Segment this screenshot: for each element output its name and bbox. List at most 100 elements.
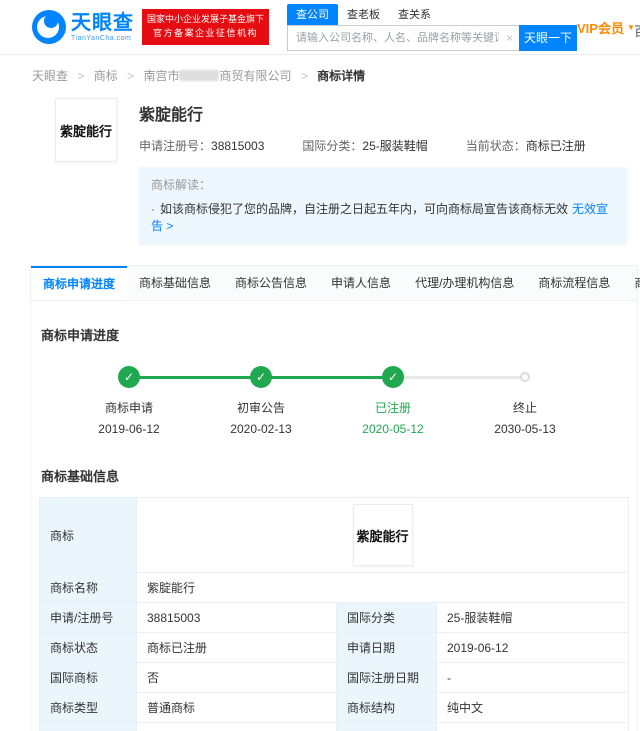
field-value: 紫腚能行 [136,572,629,603]
search-tab-relation[interactable]: 查关系 [389,4,440,25]
field-label: 商标状态 [39,632,137,663]
field-label: 申请日期 [336,632,437,663]
basic-info-table: 商标 紫腚能行 商标名称 紫腚能行 申请/注册号 38815003 国际分类 2… [39,497,629,731]
table-row: 申请/注册号 38815003 国际分类 25-服装鞋帽 [39,602,629,633]
field-value: 商标已注册 [136,632,337,663]
edge-cutoff-text: 百 [634,21,640,40]
tab-gazette-info[interactable]: 商标公告信息 [223,266,319,300]
field-value: 普通商标 [136,692,337,723]
breadcrumb-company[interactable]: 南宫市 商贸有限公司 [143,69,291,83]
progress-step-applied: ✓ 商标申请 2019-06-12 [63,366,195,436]
tianyancha-logo[interactable]: 天眼查 TianYanCha.com [32,10,134,44]
table-row: 商标形式 - 优先权日期? - [39,722,629,731]
field-value: 38815003 [136,602,337,633]
badge-line1: 国家中小企业发展子基金旗下 [147,14,265,25]
badge-line2: 官方备案企业征信机构 [153,28,259,38]
field-label: 商标形式 [39,722,137,731]
tab-goods-services[interactable]: 商品/服务项目 [622,266,640,300]
redacted-company-name [179,70,220,81]
vip-label: VIP会员 [577,20,624,36]
trademark-image[interactable]: 紫腚能行 [352,504,413,566]
breadcrumb: 天眼查 > 商标 > 南宫市 商贸有限公司 > 商标详情 [0,55,640,90]
intl-class-value: 25-服装鞋帽 [362,139,428,153]
gov-certification-badge: 国家中小企业发展子基金旗下 官方备案企业征信机构 [142,9,270,45]
site-header: 天眼查 TianYanCha.com 国家中小企业发展子基金旗下 官方备案企业征… [0,0,640,55]
field-label: 国际商标 [39,662,137,693]
step-date: 2020-05-12 [362,422,424,436]
trademark-thumbnail[interactable]: 紫腚能行 [55,98,117,162]
search-button[interactable]: 天眼一下 [519,24,578,51]
trademark-title: 紫腚能行 [139,107,204,124]
field-value: 否 [136,662,337,693]
logo-text: 天眼查 [71,11,134,34]
breadcrumb-separator: > [300,69,308,83]
step-label: 已注册 [374,401,411,415]
field-label: 商标名称 [39,572,137,603]
step-label: 商标申请 [104,401,153,415]
basic-info-section-title: 商标基础信息 [41,469,120,484]
company-prefix: 南宫市 [143,69,180,83]
tab-agency-info[interactable]: 代理/办理机构信息 [403,266,526,300]
note-text: 如该商标侵犯了您的品牌，自注册之日起五年内，可向商标局宣告该商标无效 [160,202,569,216]
progress-step-termination: 终止 2030-05-13 [459,366,591,436]
search-input[interactable] [287,24,520,51]
table-row: 商标类型 普通商标 商标结构 纯中文 [39,692,629,723]
breadcrumb-separator: > [127,69,135,83]
field-label: 商标类型 [39,692,137,723]
tab-process-info[interactable]: 商标流程信息 [526,266,622,300]
tab-basic-info[interactable]: 商标基础信息 [127,266,223,300]
logo-subtext: TianYanCha.com [71,34,132,42]
breadcrumb-separator: > [77,69,85,83]
field-label: 商标结构 [336,692,437,723]
reg-no-value: 38815003 [211,139,265,153]
vip-member-menu[interactable]: VIP会员 ▼ [577,18,635,37]
check-icon: ✓ [382,366,404,388]
status-value: 商标已注册 [525,139,586,153]
field-label: 国际注册日期 [336,662,437,693]
step-date: 2030-05-13 [494,422,556,436]
step-label: 初审公告 [236,401,285,415]
table-row: 国际商标 否 国际注册日期 - [39,662,629,693]
breadcrumb-current: 商标详情 [317,69,366,83]
eye-logo-icon [32,10,66,44]
field-label: 商标 [39,497,137,573]
field-value: 纯中文 [436,692,629,723]
field-value: - [436,722,629,731]
pending-circle-icon [520,372,530,382]
note-title: 商标解读： [151,178,212,192]
intl-class-label: 国际分类： [302,139,363,153]
field-value: 2019-06-12 [436,632,629,663]
step-label: 终止 [512,401,537,415]
field-label: 申请/注册号 [39,602,137,633]
reg-no-label: 申请注册号： [139,139,212,153]
progress-step-registered: ✓ 已注册 2020-05-12 [327,366,459,436]
field-label: 优先权日期? [336,722,437,731]
check-icon: ✓ [118,366,140,388]
field-value: 25-服装鞋帽 [436,602,629,633]
field-label: 国际分类 [336,602,437,633]
company-suffix: 商贸有限公司 [219,69,292,83]
step-date: 2019-06-12 [98,422,160,436]
tab-application-progress[interactable]: 商标申请进度 [31,266,128,300]
tab-applicant-info[interactable]: 申请人信息 [319,266,403,300]
search-tab-boss[interactable]: 查老板 [338,4,389,25]
status-label: 当前状态： [465,139,526,153]
table-row: 商标 紫腚能行 [39,497,629,573]
bullet-icon: · [151,202,155,216]
breadcrumb-trademark[interactable]: 商标 [94,69,118,83]
search-tabs: 查公司 查老板 查关系 [287,3,577,25]
clear-icon[interactable]: × [506,31,513,45]
step-date: 2020-02-13 [230,422,292,436]
breadcrumb-home[interactable]: 天眼查 [32,69,68,83]
trademark-header: 紫腚能行 紫腚能行 申请注册号：38815003 国际分类：25-服装鞋帽 当前… [0,90,640,245]
progress-section-title: 商标申请进度 [41,328,120,343]
trademark-note-box: 商标解读： · 如该商标侵犯了您的品牌，自注册之日起五年内，可向商标局宣告该商标无… [139,167,627,245]
check-icon: ✓ [250,366,272,388]
trademark-image-cell: 紫腚能行 [136,497,629,573]
table-row: 商标状态 商标已注册 申请日期 2019-06-12 [39,632,629,663]
main-content: 商标申请进度 ✓ 商标申请 2019-06-12 ✓ 初审公告 2020-02-… [30,301,638,731]
table-row: 商标名称 紫腚能行 [39,572,629,603]
search-area: 查公司 查老板 查关系 × 天眼一下 [287,3,578,51]
trademark-meta: 申请注册号：38815003 国际分类：25-服装鞋帽 当前状态：商标已注册 [139,137,627,154]
search-tab-company[interactable]: 查公司 [287,3,339,25]
